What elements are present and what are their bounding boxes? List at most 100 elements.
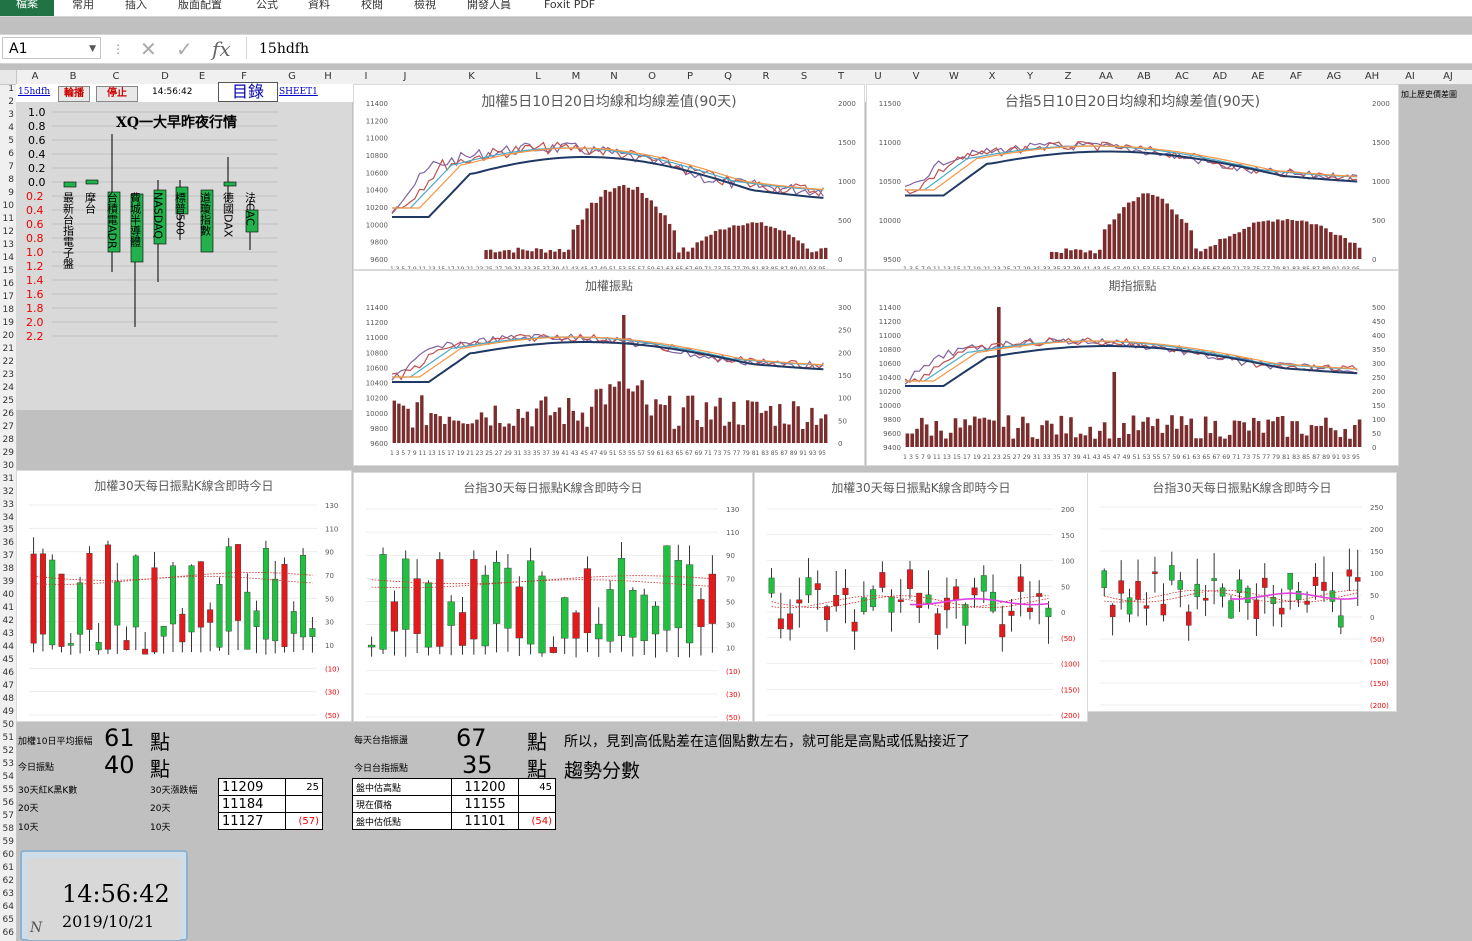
- function-icon[interactable]: fx: [212, 35, 231, 63]
- column-header[interactable]: AD: [1201, 70, 1239, 84]
- column-header[interactable]: AB: [1125, 70, 1163, 84]
- column-header[interactable]: K: [424, 70, 519, 84]
- row-header[interactable]: 57: [0, 811, 14, 824]
- row-header[interactable]: 55: [0, 785, 14, 798]
- name-box[interactable]: A1 ▼: [2, 37, 101, 59]
- clock-widget[interactable]: 14:56:42 2019/10/21 N: [20, 850, 188, 941]
- column-header[interactable]: U: [859, 70, 897, 84]
- row-header[interactable]: 42: [0, 616, 14, 629]
- row-header[interactable]: 51: [0, 733, 14, 746]
- file-tab[interactable]: 檔案: [0, 0, 54, 16]
- row-header[interactable]: 28: [0, 435, 14, 448]
- column-header[interactable]: E: [190, 70, 214, 84]
- column-header[interactable]: AI: [1391, 70, 1429, 84]
- row-header[interactable]: 23: [0, 370, 14, 383]
- row-header[interactable]: 45: [0, 655, 14, 668]
- tab-foxit[interactable]: Foxit PDF: [544, 0, 595, 14]
- row-header[interactable]: 16: [0, 279, 14, 292]
- cancel-icon[interactable]: ✕: [140, 35, 157, 63]
- row-header[interactable]: 46: [0, 668, 14, 681]
- row-header[interactable]: 1: [0, 84, 14, 97]
- row-header[interactable]: 14: [0, 253, 14, 266]
- row-header[interactable]: 19: [0, 318, 14, 331]
- column-header[interactable]: AE: [1239, 70, 1277, 84]
- row-header[interactable]: 29: [0, 448, 14, 461]
- column-header[interactable]: I: [346, 70, 386, 84]
- row-header[interactable]: 5: [0, 136, 14, 149]
- row-header[interactable]: 7: [0, 162, 14, 175]
- column-header[interactable]: AG: [1315, 70, 1353, 84]
- row-header[interactable]: 3: [0, 110, 14, 123]
- row-header[interactable]: 12: [0, 227, 14, 240]
- column-header[interactable]: Y: [1011, 70, 1049, 84]
- row-header[interactable]: 38: [0, 564, 14, 577]
- row-header[interactable]: 4: [0, 123, 14, 136]
- row-header[interactable]: 36: [0, 538, 14, 551]
- column-header[interactable]: P: [671, 70, 709, 84]
- row-header[interactable]: 9: [0, 188, 14, 201]
- row-header[interactable]: 27: [0, 422, 14, 435]
- column-header[interactable]: AF: [1277, 70, 1315, 84]
- row-header[interactable]: 39: [0, 577, 14, 590]
- row-header[interactable]: 2: [0, 97, 14, 110]
- select-all-corner[interactable]: [0, 70, 17, 85]
- row-header[interactable]: 15: [0, 266, 14, 279]
- row-header[interactable]: 6: [0, 149, 14, 162]
- row-header[interactable]: 63: [0, 889, 14, 902]
- formula-input[interactable]: 15hdfh: [246, 37, 1470, 59]
- column-header[interactable]: A: [16, 70, 54, 84]
- column-header[interactable]: B: [54, 70, 92, 84]
- row-header[interactable]: 44: [0, 642, 14, 655]
- row-header[interactable]: 64: [0, 902, 14, 915]
- row-header[interactable]: 66: [0, 928, 14, 941]
- row-header[interactable]: 58: [0, 824, 14, 837]
- column-header[interactable]: H: [310, 70, 346, 84]
- chevron-down-icon[interactable]: ▼: [89, 38, 96, 60]
- row-header[interactable]: 59: [0, 837, 14, 850]
- enter-icon[interactable]: ✓: [176, 35, 193, 63]
- tab-page-layout[interactable]: 版面配置: [178, 0, 222, 14]
- stop-button[interactable]: 停止: [96, 86, 138, 102]
- column-header[interactable]: N: [595, 70, 633, 84]
- row-header[interactable]: 37: [0, 551, 14, 564]
- column-header[interactable]: W: [935, 70, 973, 84]
- row-header[interactable]: 50: [0, 720, 14, 733]
- column-header[interactable]: L: [519, 70, 557, 84]
- tab-home[interactable]: 常用: [72, 0, 94, 14]
- row-header[interactable]: 62: [0, 876, 14, 889]
- column-header[interactable]: AH: [1353, 70, 1391, 84]
- row-header[interactable]: 25: [0, 396, 14, 409]
- row-header[interactable]: 22: [0, 357, 14, 370]
- row-header[interactable]: 21: [0, 344, 14, 357]
- row-header[interactable]: 8: [0, 175, 14, 188]
- column-header[interactable]: O: [633, 70, 671, 84]
- column-header[interactable]: C: [92, 70, 140, 84]
- column-header[interactable]: AJ: [1429, 70, 1467, 84]
- column-header[interactable]: AC: [1163, 70, 1201, 84]
- row-header[interactable]: 33: [0, 500, 14, 513]
- row-header[interactable]: 49: [0, 707, 14, 720]
- column-header[interactable]: J: [386, 70, 424, 84]
- column-header[interactable]: S: [785, 70, 823, 84]
- column-header[interactable]: X: [973, 70, 1011, 84]
- row-header[interactable]: 24: [0, 383, 14, 396]
- column-header[interactable]: G: [274, 70, 310, 84]
- tab-formulas[interactable]: 公式: [256, 0, 278, 14]
- row-header[interactable]: 30: [0, 461, 14, 474]
- row-header[interactable]: 52: [0, 746, 14, 759]
- row-header[interactable]: 43: [0, 629, 14, 642]
- row-header[interactable]: 47: [0, 681, 14, 694]
- column-header[interactable]: Z: [1049, 70, 1087, 84]
- row-header[interactable]: 65: [0, 915, 14, 928]
- row-header[interactable]: 61: [0, 863, 14, 876]
- row-header[interactable]: 31: [0, 474, 14, 487]
- row-header[interactable]: 60: [0, 850, 14, 863]
- tab-view[interactable]: 檢視: [414, 0, 436, 14]
- column-header[interactable]: D: [140, 70, 190, 84]
- tab-insert[interactable]: 插入: [125, 0, 147, 14]
- toc-button[interactable]: 目錄: [218, 82, 278, 102]
- play-button[interactable]: 輪播: [58, 86, 90, 102]
- row-header[interactable]: 10: [0, 201, 14, 214]
- column-header[interactable]: AA: [1087, 70, 1125, 84]
- row-header[interactable]: 26: [0, 409, 14, 422]
